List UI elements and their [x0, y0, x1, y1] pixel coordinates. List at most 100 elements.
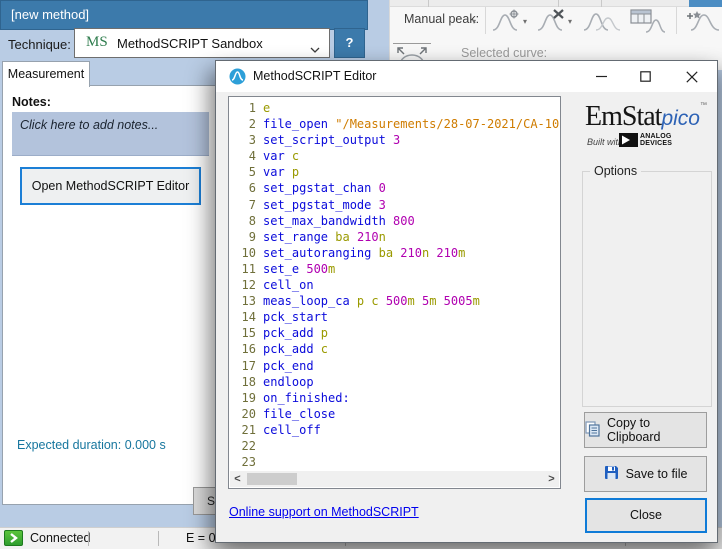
- manual-peak-label: Manual peak:: [404, 12, 479, 26]
- tab-measurement[interactable]: Measurement: [2, 61, 90, 87]
- save-to-file-button[interactable]: Save to file: [584, 456, 707, 492]
- tabstrip-separator: [558, 0, 559, 7]
- code-line[interactable]: 17pck_end: [230, 358, 559, 374]
- peak-table-icon[interactable]: [630, 8, 666, 39]
- remove-peak-icon[interactable]: [536, 8, 566, 39]
- code-line[interactable]: 14pck_start: [230, 309, 559, 325]
- code-editor[interactable]: 1e2file_open "/Measurements/28-07-2021/C…: [228, 96, 561, 489]
- code-token: n: [379, 230, 386, 244]
- save-icon: [604, 465, 619, 483]
- code-line[interactable]: 2file_open "/Measurements/28-07-2021/CA-…: [230, 116, 559, 132]
- methodscript-editor-dialog: MethodSCRIPT Editor 1e2file_open "/Measu…: [215, 60, 718, 543]
- line-number: 12: [230, 277, 256, 293]
- horizontal-scrollbar[interactable]: < >: [230, 471, 559, 487]
- tabstrip-active-tab[interactable]: [689, 0, 722, 7]
- code-line[interactable]: 21cell_off: [230, 422, 559, 438]
- statusbar-separator: [158, 531, 159, 546]
- code-token: set_pgstat_mode: [263, 198, 379, 212]
- open-methodscript-editor-button[interactable]: Open MethodSCRIPT Editor: [20, 167, 201, 205]
- code-line[interactable]: 13meas_loop_ca p c 500m 5m 5005m: [230, 293, 559, 309]
- code-token: c: [321, 342, 328, 356]
- code-token: m: [458, 246, 465, 260]
- code-token: c: [371, 294, 385, 308]
- code-line[interactable]: 1e: [230, 100, 559, 116]
- save-button-label: Save to file: [626, 467, 688, 481]
- logo-brand-text: EmStat: [585, 101, 661, 132]
- code-line[interactable]: 22: [230, 438, 559, 454]
- options-groupbox: [582, 171, 712, 407]
- code-token: 500: [386, 294, 408, 308]
- technique-abbr: MS: [86, 34, 108, 51]
- code-token: 3: [379, 198, 386, 212]
- scroll-right-icon[interactable]: >: [544, 472, 559, 486]
- tabstrip-separator: [601, 0, 602, 7]
- close-icon[interactable]: [667, 61, 717, 92]
- remove-peak-caret-icon[interactable]: ▾: [568, 17, 572, 26]
- app-window: [new method] Technique: MS MethodSCRIPT …: [0, 0, 722, 549]
- add-peak-icon[interactable]: [491, 8, 521, 39]
- line-number: 2: [230, 116, 256, 132]
- overlapping-peaks-icon[interactable]: [582, 8, 622, 39]
- code-line[interactable]: 5var p: [230, 164, 559, 180]
- minimize-button[interactable]: [579, 61, 623, 92]
- code-token: n: [422, 246, 436, 260]
- code-token: c: [292, 149, 299, 163]
- code-line[interactable]: 6set_pgstat_chan 0: [230, 180, 559, 196]
- line-number: 17: [230, 358, 256, 374]
- code-line[interactable]: 15pck_add p: [230, 325, 559, 341]
- scrollbar-thumb[interactable]: [247, 473, 297, 485]
- help-button[interactable]: ?: [334, 28, 365, 58]
- code-token: 3: [393, 133, 400, 147]
- code-token: ba: [335, 230, 357, 244]
- code-line[interactable]: 3set_script_output 3: [230, 132, 559, 148]
- maximize-button[interactable]: [623, 61, 667, 92]
- code-token: 0: [379, 181, 386, 195]
- technique-dropdown[interactable]: MS MethodSCRIPT Sandbox: [74, 28, 330, 58]
- code-line[interactable]: 11set_e 500m: [230, 261, 559, 277]
- code-token: var: [263, 165, 292, 179]
- code-token: m: [328, 262, 335, 276]
- code-token: meas_loop_ca: [263, 294, 357, 308]
- dialog-title-bar[interactable]: MethodSCRIPT Editor: [216, 61, 717, 92]
- code-line[interactable]: 19on_finished:: [230, 390, 559, 406]
- code-line[interactable]: 9set_range ba 210n: [230, 229, 559, 245]
- code-line[interactable]: 16pck_add c: [230, 341, 559, 357]
- code-token: 210: [357, 230, 379, 244]
- connection-status-icon: [4, 530, 23, 546]
- code-token: file_open: [263, 117, 335, 131]
- line-number: 3: [230, 132, 256, 148]
- selected-curve-label: Selected curve:: [461, 46, 547, 60]
- close-button[interactable]: Close: [585, 498, 707, 533]
- code-token: pck_add: [263, 326, 321, 340]
- code-line[interactable]: 20file_close: [230, 406, 559, 422]
- technique-label: Technique:: [8, 37, 71, 52]
- scroll-left-icon[interactable]: <: [230, 472, 245, 486]
- expected-duration: Expected duration: 0.000 s: [17, 438, 166, 452]
- manual-peak-caret-icon[interactable]: ▾: [472, 17, 476, 26]
- notes-input[interactable]: Click here to add notes...: [12, 112, 209, 156]
- logo-variant-text: pico: [661, 107, 700, 130]
- line-number: 18: [230, 374, 256, 390]
- code-token: on_finished:: [263, 391, 350, 405]
- line-number: 4: [230, 148, 256, 164]
- code-line[interactable]: 7set_pgstat_mode 3: [230, 197, 559, 213]
- line-number: 10: [230, 245, 256, 261]
- code-line[interactable]: 10set_autoranging ba 210n 210m: [230, 245, 559, 261]
- add-marked-peak-icon[interactable]: [683, 8, 722, 39]
- code-line[interactable]: 18endloop: [230, 374, 559, 390]
- line-number: 20: [230, 406, 256, 422]
- code-token: m: [429, 294, 443, 308]
- code-token: p: [357, 294, 371, 308]
- code-line[interactable]: 4var c: [230, 148, 559, 164]
- code-token: p: [321, 326, 328, 340]
- code-editor-lines[interactable]: 1e2file_open "/Measurements/28-07-2021/C…: [230, 100, 559, 470]
- built-with-label: Built with: [587, 137, 623, 147]
- code-line[interactable]: 23: [230, 454, 559, 470]
- copy-to-clipboard-button[interactable]: Copy to Clipboard: [584, 412, 707, 448]
- line-number: 9: [230, 229, 256, 245]
- online-support-link[interactable]: Online support on MethodSCRIPT: [229, 505, 419, 519]
- copy-button-label: Copy to Clipboard: [607, 416, 706, 444]
- add-peak-caret-icon[interactable]: ▾: [523, 17, 527, 26]
- code-line[interactable]: 12cell_on: [230, 277, 559, 293]
- code-line[interactable]: 8set_max_bandwidth 800: [230, 213, 559, 229]
